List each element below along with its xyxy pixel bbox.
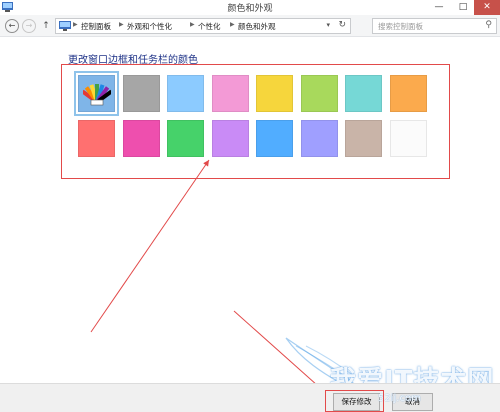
control-panel-icon — [59, 21, 71, 31]
annotation-highlight-box — [61, 64, 450, 179]
breadcrumb-color-appearance[interactable]: 颜色和外观 — [238, 21, 276, 32]
back-button[interactable]: ← — [5, 19, 19, 33]
title-bar: 颜色和外观 — □ ✕ — [0, 0, 500, 15]
navigation-bar: ← → ↑ ▶ 控制面板 ▶ 外观和个性化 ▶ 个性化 ▶ 颜色和外观 ▾ ↻ … — [0, 15, 500, 37]
forward-button[interactable]: → — [22, 19, 36, 33]
refresh-icon[interactable]: ↻ — [338, 20, 346, 30]
search-box[interactable]: 搜索控制面板 ⚲ — [372, 18, 497, 34]
watermark-url: 52ij.com — [378, 393, 421, 404]
window-title: 颜色和外观 — [227, 4, 273, 14]
maximize-button[interactable]: □ — [452, 0, 474, 15]
annotation-arrow — [90, 159, 210, 333]
minimize-button[interactable]: — — [428, 0, 450, 15]
breadcrumb-appearance[interactable]: 外观和个性化 — [127, 21, 172, 32]
close-button[interactable]: ✕ — [474, 0, 500, 15]
chevron-right-icon[interactable]: ▶ — [119, 21, 124, 28]
annotation-highlight-box — [325, 390, 384, 412]
chevron-right-icon: ▶ — [73, 21, 78, 28]
search-icon[interactable]: ⚲ — [485, 20, 492, 30]
bottom-bar: 保存修改 取消 — [0, 383, 500, 412]
chevron-right-icon[interactable]: ▶ — [230, 21, 235, 28]
chevron-down-icon[interactable]: ▾ — [326, 21, 330, 29]
up-button[interactable]: ↑ — [39, 19, 53, 33]
address-bar[interactable]: ▶ 控制面板 ▶ 外观和个性化 ▶ 个性化 ▶ 颜色和外观 ▾ ↻ — [55, 18, 351, 34]
breadcrumb-control-panel[interactable]: 控制面板 — [81, 21, 111, 32]
search-placeholder: 搜索控制面板 — [378, 22, 423, 31]
breadcrumb-personalization[interactable]: 个性化 — [198, 21, 221, 32]
chevron-right-icon[interactable]: ▶ — [190, 21, 195, 28]
